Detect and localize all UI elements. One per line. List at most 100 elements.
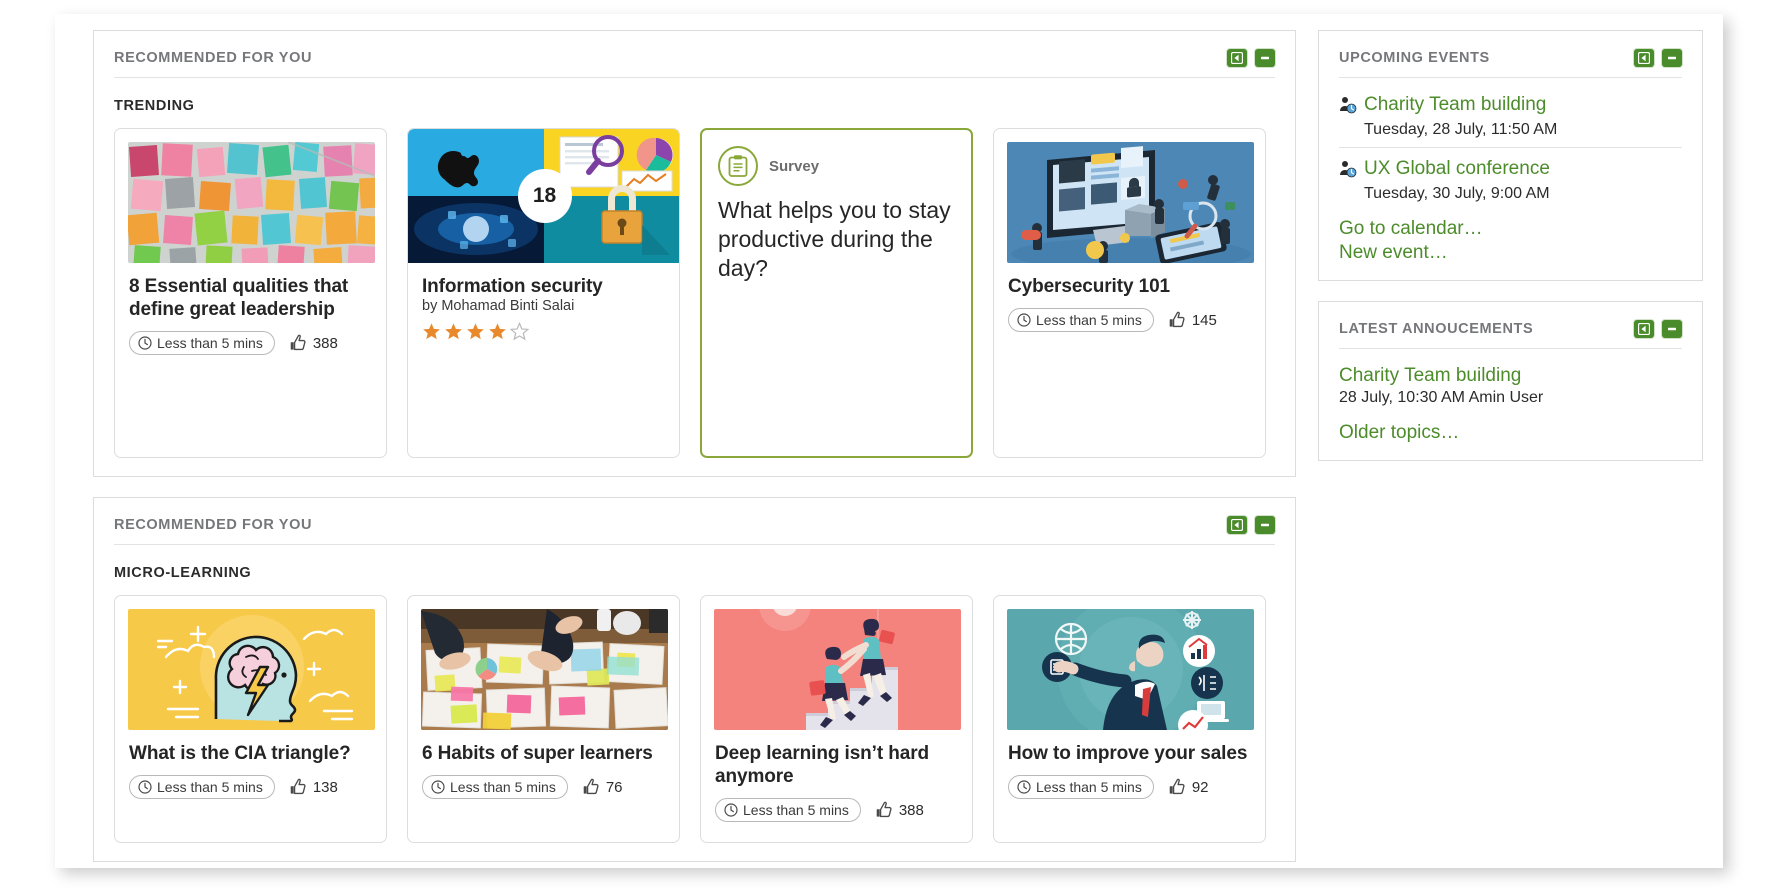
likes-count: 76 [605,778,623,796]
content-card-information-security[interactable]: 18 Information security by Mohamad Binti… [407,128,680,458]
micro-learning-card-row: What is the CIA triangle? Less than 5 mi… [114,595,1275,843]
event-list-item: Charity Team building Tuesday, 28 July, … [1339,84,1682,148]
likes-group[interactable]: 145 [1168,311,1217,329]
card-author: by Mohamad Binti Salai [422,298,575,315]
panel-title: RECOMMENDED FOR YOU [114,517,313,533]
thumbs-up-icon [1169,778,1185,795]
collapse-left-icon[interactable] [1634,320,1654,338]
thumbs-up-icon [583,778,599,795]
card-thumbnail [714,609,961,730]
clipboard-icon [718,146,758,186]
survey-card[interactable]: Survey What helps you to stay productive… [700,128,973,458]
card-title: What is the CIA triangle? [129,743,351,764]
panel-header: UPCOMING EVENTS [1319,31,1702,77]
card-body: Information security by Mohamad Binti Sa… [408,263,679,341]
likes-group[interactable]: 92 [1168,778,1209,796]
announcement-link[interactable]: Charity Team building [1339,365,1521,387]
duration-badge: Less than 5 mins [715,798,861,823]
content-card-deep-learning[interactable]: Deep learning isn’t hard anymore Less th… [700,595,973,843]
card-title: Cybersecurity 101 [1008,276,1171,297]
card-body: Cybersecurity 101 Less than 5 mins 145 [994,263,1265,333]
content-card-super-learners[interactable]: 6 Habits of super learners Less than 5 m… [407,595,680,843]
minimize-icon[interactable] [1255,49,1275,67]
announcement-list-item: Charity Team building 28 July, 10:30 AM … [1339,355,1682,415]
panel-body: Charity Team building Tuesday, 28 July, … [1319,78,1702,280]
content-card-cybersecurity-101[interactable]: Cybersecurity 101 Less than 5 mins 145 [993,128,1266,458]
panel-header: RECOMMENDED FOR YOU [94,498,1295,544]
duration-label: Less than 5 mins [743,802,849,819]
panel-latest-announcements: LATEST ANNOUCEMENTS Charity Team buildin… [1318,301,1703,461]
desk-papers-photo-icon [421,609,668,730]
survey-header: Survey [702,130,971,186]
card-title: 8 Essential qualities that define great … [129,276,349,321]
content-card-cia-triangle[interactable]: What is the CIA triangle? Less than 5 mi… [114,595,387,843]
likes-group[interactable]: 138 [289,778,338,796]
section-label-trending: TRENDING [114,98,195,114]
star-empty-icon [510,322,529,341]
minimize-icon[interactable] [1662,320,1682,338]
panel-title: UPCOMING EVENTS [1339,50,1490,66]
course-count-badge: 18 [517,169,572,223]
star-filled-icon [467,323,484,340]
collapse-left-icon[interactable] [1227,49,1247,67]
announcement-title: Charity Team building [1339,365,1522,386]
side-column: UPCOMING EVENTS Charity Team building Tu… [1318,30,1703,868]
clock-icon [138,336,152,350]
card-body: Deep learning isn’t hard anymore Less th… [701,730,972,823]
card-thumbnail [128,609,375,730]
likes-count: 138 [312,778,338,796]
card-body: How to improve your sales Less than 5 mi… [994,730,1265,800]
card-meta: Less than 5 mins 76 [422,775,665,800]
event-person-clock-icon [1339,96,1357,114]
page-surface: RECOMMENDED FOR YOU TRENDING 8 Essential… [55,14,1723,868]
survey-question: What helps you to stay productive during… [718,197,951,281]
clock-icon [724,803,738,817]
card-meta: Less than 5 mins 388 [129,331,372,356]
panel-upcoming-events: UPCOMING EVENTS Charity Team building Tu… [1318,30,1703,281]
duration-label: Less than 5 mins [1036,312,1142,329]
duration-label: Less than 5 mins [450,779,556,796]
minimize-icon[interactable] [1255,516,1275,534]
likes-count: 145 [1191,311,1217,329]
card-title: How to improve your sales [1008,743,1248,764]
card-body: 6 Habits of super learners Less than 5 m… [408,730,679,800]
panel-header: RECOMMENDED FOR YOU [94,31,1295,77]
trending-card-row: 8 Essential qualities that define great … [114,128,1275,458]
duration-badge: Less than 5 mins [1008,775,1154,800]
card-thumbnail: 18 [408,129,679,263]
collapse-left-icon[interactable] [1634,49,1654,67]
collapse-left-icon[interactable] [1227,516,1247,534]
panel-tools [1634,320,1682,338]
star-filled-icon [423,323,440,340]
likes-group[interactable]: 76 [582,778,623,796]
panel-body: Charity Team building 28 July, 10:30 AM … [1319,349,1702,460]
thumbs-up-icon [290,335,306,351]
duration-badge: Less than 5 mins [129,775,275,800]
duration-label: Less than 5 mins [157,335,263,352]
card-meta: Less than 5 mins 388 [715,798,958,823]
event-list-item: UX Global conference Tuesday, 30 July, 9… [1339,148,1682,211]
thumbs-up-icon [290,778,306,795]
thumbs-up-icon [876,802,892,818]
event-link[interactable]: UX Global conference [1339,158,1550,180]
survey-label: Survey [769,157,820,175]
older-topics-link[interactable]: Older topics… [1339,422,1682,444]
minimize-icon[interactable] [1662,49,1682,67]
likes-group[interactable]: 388 [875,801,924,819]
likes-group[interactable]: 388 [289,334,338,352]
card-meta: Less than 5 mins 138 [129,775,372,800]
go-to-calendar-link[interactable]: Go to calendar… [1339,218,1682,240]
new-event-link[interactable]: New event… [1339,242,1682,264]
section-label-micro-learning: MICRO-LEARNING [114,565,252,581]
event-link[interactable]: Charity Team building [1339,94,1546,116]
duration-badge: Less than 5 mins [1008,308,1154,333]
card-thumbnail [421,609,668,730]
duration-badge: Less than 5 mins [129,331,275,356]
star-filled-icon [489,323,506,340]
card-meta: Less than 5 mins 145 [1008,308,1251,333]
content-card-leadership[interactable]: 8 Essential qualities that define great … [114,128,387,458]
content-card-improve-sales[interactable]: How to improve your sales Less than 5 mi… [993,595,1266,843]
panel-tools [1227,516,1275,534]
rating-stars[interactable] [422,322,665,341]
duration-label: Less than 5 mins [157,779,263,796]
